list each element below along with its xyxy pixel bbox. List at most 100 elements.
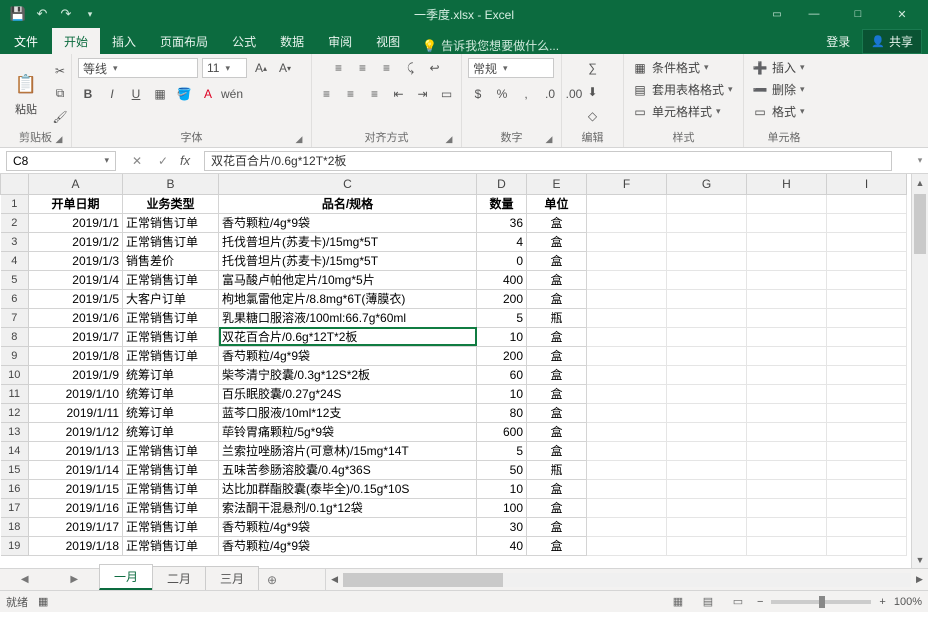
cell[interactable]: 正常销售订单 (123, 308, 219, 327)
cell[interactable]: 4 (477, 232, 527, 251)
number-format-combo[interactable]: 常规▾ (468, 58, 554, 78)
cell[interactable]: 盒 (527, 327, 587, 346)
cell[interactable]: 2019/1/16 (29, 498, 123, 517)
cell[interactable]: 2019/1/1 (29, 213, 123, 232)
cell[interactable]: 2019/1/13 (29, 441, 123, 460)
fill-icon[interactable]: ⬇ (583, 82, 603, 102)
cell[interactable] (827, 270, 907, 289)
cell[interactable] (827, 346, 907, 365)
row-header[interactable]: 5 (1, 270, 29, 289)
scroll-up-icon[interactable]: ▲ (912, 174, 928, 191)
cell[interactable]: 2019/1/11 (29, 403, 123, 422)
cell[interactable] (747, 536, 827, 555)
insert-cells[interactable]: ➕插入▾ (750, 58, 807, 77)
conditional-formatting[interactable]: ▦条件格式▾ (630, 58, 711, 77)
cell[interactable]: 盒 (527, 536, 587, 555)
cell[interactable] (827, 194, 907, 213)
vertical-scrollbar[interactable]: ▲ ▼ (911, 174, 928, 568)
comma-icon[interactable]: , (516, 84, 536, 104)
cell[interactable]: 正常销售订单 (123, 479, 219, 498)
cell[interactable]: 100 (477, 498, 527, 517)
formula-bar[interactable]: 双花百合片/0.6g*12T*2板 (204, 151, 892, 171)
cell[interactable]: 达比加群酯胶囊(泰毕全)/0.15g*10S (219, 479, 477, 498)
cell[interactable]: 0 (477, 251, 527, 270)
cell[interactable] (587, 346, 667, 365)
column-header[interactable]: A (29, 174, 123, 194)
cell[interactable] (587, 384, 667, 403)
cell[interactable]: 正常销售订单 (123, 270, 219, 289)
scroll-left-icon[interactable]: ◀ (326, 569, 343, 591)
cell[interactable]: 正常销售订单 (123, 460, 219, 479)
cell[interactable]: 盒 (527, 365, 587, 384)
cell[interactable] (587, 460, 667, 479)
zoom-in-icon[interactable]: + (879, 596, 885, 608)
confirm-edit-icon[interactable]: ✓ (152, 151, 174, 171)
cell[interactable]: 正常销售订单 (123, 498, 219, 517)
cell[interactable] (747, 403, 827, 422)
font-color-icon[interactable]: A (198, 84, 218, 104)
row-header[interactable]: 11 (1, 384, 29, 403)
format-as-table[interactable]: ▤套用表格格式▾ (630, 80, 735, 99)
cell[interactable]: 统筹订单 (123, 403, 219, 422)
tab-nav-next-icon[interactable]: ▶ (70, 574, 78, 585)
row-header[interactable]: 1 (1, 194, 29, 213)
wrap-text-icon[interactable]: ↩ (425, 58, 445, 78)
cell[interactable] (827, 517, 907, 536)
cell[interactable]: 乳果糖口服溶液/100ml:66.7g*60ml (219, 308, 477, 327)
cell[interactable] (747, 498, 827, 517)
row-header[interactable]: 2 (1, 213, 29, 232)
file-tab[interactable]: 文件 (0, 28, 52, 54)
row-header[interactable]: 16 (1, 479, 29, 498)
cell[interactable]: 五味苦参肠溶胶囊/0.4g*36S (219, 460, 477, 479)
cell[interactable] (827, 232, 907, 251)
scroll-right-icon[interactable]: ▶ (911, 569, 928, 591)
cell[interactable] (827, 289, 907, 308)
cell[interactable] (747, 346, 827, 365)
cell[interactable]: 盒 (527, 270, 587, 289)
align-center-icon[interactable]: ≡ (341, 84, 361, 104)
add-sheet-button[interactable]: ⊕ (259, 569, 285, 590)
cell[interactable] (587, 251, 667, 270)
cell[interactable] (747, 213, 827, 232)
cell[interactable] (827, 308, 907, 327)
format-painter-icon[interactable]: 🖌 (50, 107, 70, 127)
maximize-button[interactable]: □ (836, 0, 880, 28)
decrease-font-icon[interactable]: A▾ (275, 58, 295, 78)
cell[interactable] (587, 441, 667, 460)
cell[interactable] (747, 441, 827, 460)
cell[interactable] (667, 213, 747, 232)
vscroll-thumb[interactable] (914, 194, 926, 254)
cell[interactable]: 柴芩清宁胶囊/0.3g*12S*2板 (219, 365, 477, 384)
cell[interactable] (667, 270, 747, 289)
cell-styles[interactable]: ▭单元格样式▾ (630, 102, 723, 121)
cell[interactable]: 36 (477, 213, 527, 232)
tab-nav-prev-icon[interactable]: ◀ (21, 574, 29, 585)
cell[interactable] (827, 365, 907, 384)
cell[interactable]: 2019/1/2 (29, 232, 123, 251)
cell[interactable] (667, 365, 747, 384)
zoom-out-icon[interactable]: − (757, 596, 763, 608)
cell[interactable] (667, 384, 747, 403)
macro-record-icon[interactable]: ▦ (38, 595, 48, 608)
cell[interactable] (667, 251, 747, 270)
close-button[interactable]: ✕ (880, 0, 924, 28)
cell[interactable]: 荜铃胃痛颗粒/5g*9袋 (219, 422, 477, 441)
cell[interactable] (827, 251, 907, 270)
column-header[interactable]: B (123, 174, 219, 194)
cell[interactable]: 托伐普坦片(苏麦卡)/15mg*5T (219, 232, 477, 251)
cell[interactable]: 盒 (527, 441, 587, 460)
row-header[interactable]: 17 (1, 498, 29, 517)
cell[interactable]: 香芍颗粒/4g*9袋 (219, 346, 477, 365)
cell[interactable]: 30 (477, 517, 527, 536)
column-header[interactable]: H (747, 174, 827, 194)
orientation-icon[interactable]: ⤹ (401, 58, 421, 78)
column-header[interactable]: I (827, 174, 907, 194)
border-icon[interactable]: ▦ (150, 84, 170, 104)
cell[interactable]: 80 (477, 403, 527, 422)
cell[interactable] (587, 498, 667, 517)
cell[interactable] (587, 270, 667, 289)
column-header[interactable]: E (527, 174, 587, 194)
paste-button[interactable]: 📋 粘贴 (6, 69, 46, 119)
column-header[interactable]: C (219, 174, 477, 194)
cell[interactable]: 正常销售订单 (123, 213, 219, 232)
